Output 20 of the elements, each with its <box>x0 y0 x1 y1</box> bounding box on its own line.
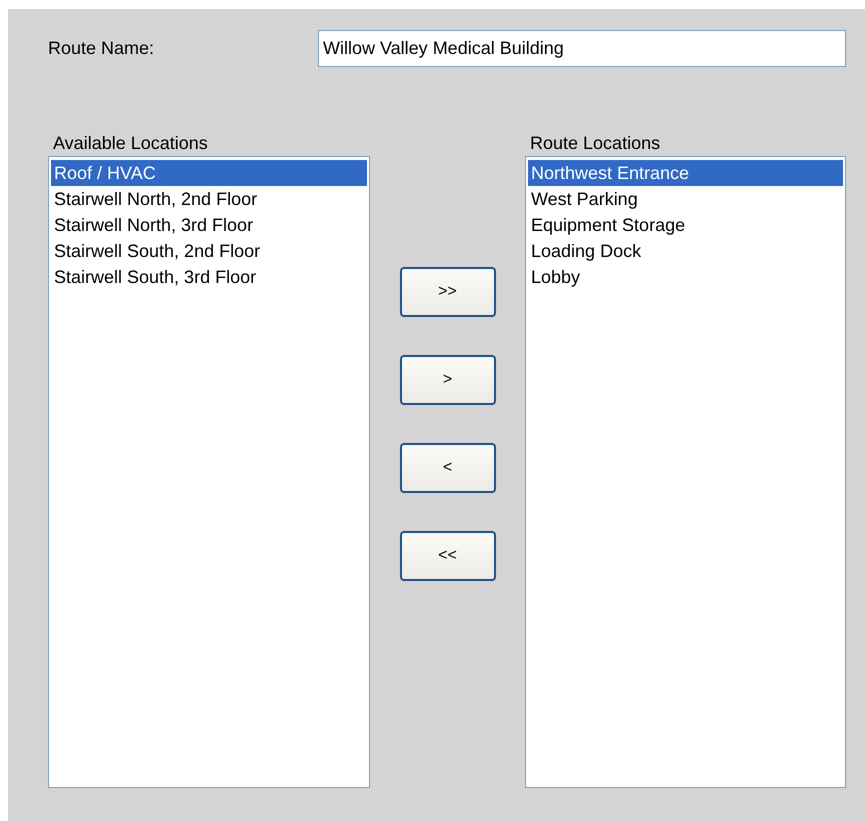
list-item[interactable]: Northwest Entrance <box>528 160 843 186</box>
transfer-button[interactable]: > <box>400 355 496 405</box>
route-name-label: Route Name: <box>48 38 156 59</box>
location-list[interactable]: Roof / HVAC Stairwell North, 2nd Floor Stairwell North, 3rd Floor Stairwell South, 2nd Floor Stairwell South, 3rd Floor <box>48 156 370 788</box>
list-item[interactable]: Stairwell North, 3rd Floor <box>51 212 367 238</box>
transfer-button[interactable]: >> <box>400 267 496 317</box>
list-title: Route Locations <box>530 132 662 155</box>
list-title: Available Locations <box>53 132 209 155</box>
list-item[interactable]: Stairwell South, 3rd Floor <box>51 264 367 290</box>
list-item[interactable]: West Parking <box>528 186 843 212</box>
list-item[interactable]: Equipment Storage <box>528 212 843 238</box>
transfer-button[interactable]: << <box>400 531 496 581</box>
location-list[interactable]: Northwest Entrance West Parking Equipment Storage Loading Dock Lobby <box>525 156 846 788</box>
list-item[interactable]: Roof / HVAC <box>51 160 367 186</box>
route-name-field[interactable]: Willow Valley Medical Building <box>318 30 846 67</box>
list-item[interactable]: Stairwell South, 2nd Floor <box>51 238 367 264</box>
list-item[interactable]: Stairwell North, 2nd Floor <box>51 186 367 212</box>
list-item[interactable]: Loading Dock <box>528 238 843 264</box>
transfer-button[interactable]: < <box>400 443 496 493</box>
list-item[interactable]: Lobby <box>528 264 843 290</box>
